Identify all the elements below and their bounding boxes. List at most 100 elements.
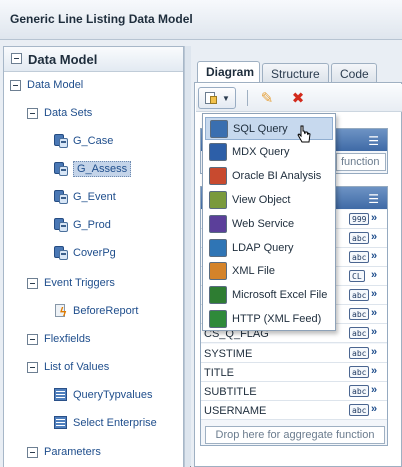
- double-chevron-right-icon[interactable]: »: [371, 307, 377, 319]
- data-type-badge: CL: [349, 270, 365, 282]
- column-name: USERNAME: [204, 405, 267, 417]
- menu-item[interactable]: Oracle BI Analysis: [205, 165, 333, 188]
- menu-item[interactable]: LDAP Query: [205, 236, 333, 259]
- red-x-icon[interactable]: ✖: [289, 87, 307, 109]
- http-xml-feed-icon: [209, 309, 227, 328]
- aggregate-drop-zone[interactable]: Drop here for aggregate function: [205, 426, 385, 444]
- data-type-badge: abc: [349, 232, 370, 244]
- double-chevron-right-icon[interactable]: »: [371, 403, 377, 415]
- ldap-query-icon: [209, 238, 227, 257]
- view-object-icon: [209, 190, 227, 209]
- double-chevron-right-icon[interactable]: »: [371, 326, 377, 338]
- data-type-badge: abc: [349, 327, 370, 339]
- page-title: Generic Line Listing Data Model: [10, 12, 193, 26]
- menu-item[interactable]: Microsoft Excel File: [205, 284, 333, 307]
- menu-item-label: View Object: [232, 193, 291, 206]
- data-type-badge: abc: [349, 385, 370, 397]
- tree-node-list-of-values[interactable]: List of Values: [27, 358, 109, 376]
- collapse-icon[interactable]: [27, 361, 38, 373]
- diagram-toolbar: ▼ ✎ ✖: [196, 84, 402, 112]
- menu-item[interactable]: MDX Query: [205, 141, 333, 164]
- tree-item-data-set[interactable]: G_Event: [53, 188, 116, 206]
- tree-node-event-triggers[interactable]: Event Triggers: [27, 274, 115, 292]
- tree-node-flexfields[interactable]: Flexfields: [27, 330, 90, 348]
- tree-item-data-set[interactable]: CoverPg: [53, 244, 116, 262]
- collapse-icon[interactable]: [27, 277, 38, 289]
- double-chevron-right-icon[interactable]: »: [371, 365, 377, 377]
- menu-item-label: XML File: [232, 265, 275, 278]
- table-row[interactable]: USERNAME abc»: [201, 401, 387, 420]
- tree-item-lov[interactable]: QueryTypvalues: [53, 386, 152, 404]
- tree-node-data-sets[interactable]: Data Sets: [27, 104, 92, 122]
- collapse-icon[interactable]: [27, 446, 38, 458]
- menu-item-label: HTTP (XML Feed): [232, 312, 322, 325]
- data-type-badge: 999: [349, 213, 370, 225]
- oracle-bi-icon: [209, 167, 227, 186]
- data-type-badge: abc: [349, 366, 370, 378]
- double-chevron-right-icon[interactable]: »: [371, 384, 377, 396]
- tree-item-beforereport[interactable]: ϟ BeforeReport: [53, 302, 138, 320]
- column-name: TITLE: [204, 367, 234, 379]
- table-row[interactable]: TITLE abc»: [201, 363, 387, 382]
- column-name: SUBTITLE: [204, 386, 257, 398]
- event-trigger-icon: ϟ: [53, 303, 69, 319]
- menu-item[interactable]: HTTP (XML Feed): [205, 307, 333, 330]
- menu-item-label: LDAP Query: [232, 241, 294, 254]
- pencil-icon[interactable]: ✎: [258, 87, 276, 109]
- tab-code[interactable]: Code: [331, 63, 377, 83]
- toolbar-separator: [247, 90, 248, 106]
- data-set-icon: [53, 245, 69, 261]
- tree-item-data-set[interactable]: G_Case: [53, 132, 113, 150]
- menu-item-label: MDX Query: [232, 146, 290, 159]
- menu-icon[interactable]: ☰: [368, 192, 379, 206]
- web-service-icon: [209, 214, 227, 233]
- tree-item-data-set[interactable]: G_Assess: [53, 160, 132, 178]
- mdx-query-icon: [209, 143, 227, 162]
- title-bar: Generic Line Listing Data Model: [0, 0, 402, 40]
- data-set-icon: [53, 133, 69, 149]
- double-chevron-right-icon[interactable]: »: [371, 231, 377, 243]
- list-of-values-icon: [53, 415, 69, 431]
- data-set-icon: [53, 161, 69, 177]
- new-data-set-button[interactable]: ▼: [198, 87, 236, 109]
- tree-node-data-model[interactable]: Data Model: [10, 76, 83, 94]
- tree-item-data-set[interactable]: G_Prod: [53, 216, 111, 234]
- collapse-icon[interactable]: [10, 79, 21, 91]
- tab-bar: Diagram Structure Code: [197, 61, 402, 84]
- data-type-badge: abc: [349, 289, 370, 301]
- menu-item[interactable]: View Object: [205, 188, 333, 211]
- double-chevron-right-icon[interactable]: »: [371, 346, 377, 358]
- tree-node-parameters[interactable]: Parameters: [27, 443, 101, 461]
- tree-item-lov[interactable]: Select Enterprise: [53, 414, 157, 432]
- excel-file-icon: [209, 286, 227, 305]
- double-chevron-right-icon[interactable]: »: [371, 250, 377, 262]
- data-set-icon: [53, 217, 69, 233]
- data-set-icon: [53, 189, 69, 205]
- tab-structure[interactable]: Structure: [262, 63, 329, 83]
- double-chevron-right-icon[interactable]: »: [371, 288, 377, 300]
- menu-icon[interactable]: ☰: [368, 134, 379, 148]
- panel-splitter[interactable]: [184, 46, 191, 467]
- column-name: SYSTIME: [204, 348, 253, 360]
- table-row[interactable]: SYSTIME abc»: [201, 344, 387, 363]
- double-chevron-right-icon[interactable]: »: [371, 212, 377, 224]
- panel-title: Data Model: [28, 52, 98, 67]
- data-model-panel-header: Data Model: [4, 47, 183, 72]
- double-chevron-right-icon[interactable]: »: [371, 269, 377, 281]
- chevron-down-icon: ▼: [222, 93, 230, 103]
- search-field[interactable]: function: [336, 153, 386, 171]
- data-type-badge: abc: [349, 308, 370, 320]
- menu-item[interactable]: XML File: [205, 260, 333, 283]
- data-model-panel: Data Model Data Model Data Sets G_Case G_…: [3, 46, 184, 467]
- menu-item[interactable]: Web Service: [205, 212, 333, 235]
- collapse-icon[interactable]: [27, 333, 38, 345]
- menu-item[interactable]: SQL Query: [205, 117, 333, 140]
- menu-item-label: SQL Query: [233, 122, 288, 135]
- collapse-icon[interactable]: [27, 107, 38, 119]
- tab-diagram[interactable]: Diagram: [197, 61, 260, 84]
- table-row[interactable]: SUBTITLE abc»: [201, 382, 387, 401]
- xml-file-icon: [209, 262, 227, 281]
- new-data-set-menu: SQL Query MDX Query Oracle BI Analysis View…: [202, 113, 336, 331]
- collapse-panel-icon[interactable]: [11, 53, 22, 64]
- menu-item-label: Microsoft Excel File: [232, 289, 328, 302]
